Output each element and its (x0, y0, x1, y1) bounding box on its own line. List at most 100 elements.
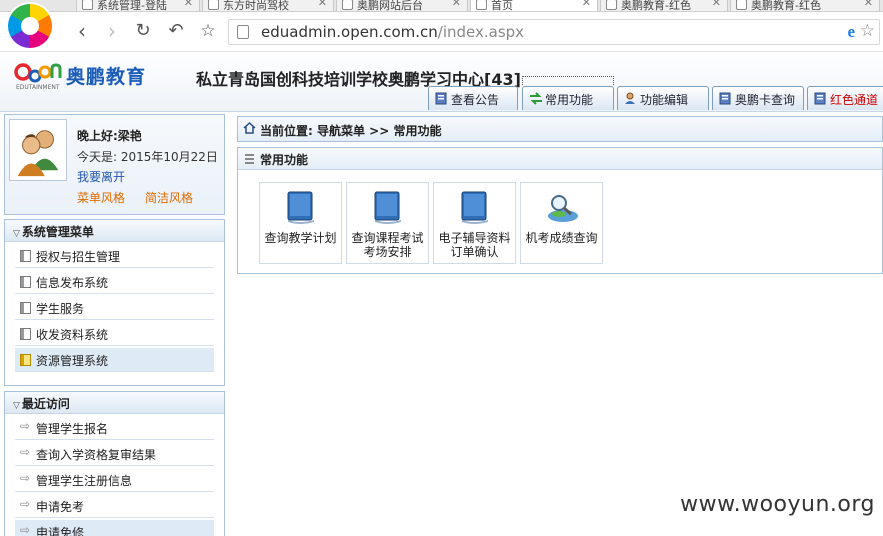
tab-card-query[interactable]: 奥鹏卡查询 (712, 86, 804, 110)
book-icon (287, 191, 314, 224)
url-text[interactable]: eduadmin.open.com.cn/index.aspx (261, 23, 524, 41)
focus-outline (522, 76, 614, 85)
reload-icon[interactable]: ↻ (131, 20, 155, 44)
tab-favicon-icon (208, 0, 219, 10)
tile-label: 查询课程考试考场安排 (351, 231, 424, 259)
browser-tab-strip: 系统管理-登陆 ✕ 东方时尚驾校 ✕ 奥鹏网站后台 ✕ 首页 ✕ 奥鹏教育-红色… (0, 0, 883, 12)
tab-label: 奥鹏卡查询 (735, 93, 796, 107)
browser-tab[interactable]: 奥鹏网站后台 ✕ (336, 0, 468, 11)
url-path: /index.aspx (437, 23, 525, 41)
menu-item-authorization[interactable]: 授权与招生管理 (15, 244, 214, 268)
greeting-text: 晚上好:梁艳 (77, 129, 142, 143)
tile-label: 查询教学计划 (264, 231, 337, 245)
folder-icon (20, 302, 31, 314)
menu-item-label: 收发资料系统 (36, 328, 109, 342)
tab-label: 功能编辑 (640, 93, 689, 107)
folder-open-icon (20, 354, 31, 366)
logout-link[interactable]: 我要离开 (77, 168, 125, 185)
browser-tab[interactable]: 奥鹏教育-红色 ✕ (730, 0, 880, 12)
menu-item-materials[interactable]: 收发资料系统 (15, 322, 214, 346)
red-channel-icon (814, 92, 826, 105)
collapse-triangle-icon[interactable]: ▽ (13, 401, 20, 411)
common-functions-title: 常用功能 (260, 153, 309, 167)
tab-favicon-icon (342, 0, 353, 10)
recent-item[interactable]: ⇨ 管理学生注册信息 (15, 468, 214, 492)
tile-exam-arrangement[interactable]: 查询课程考试考场安排 (346, 182, 429, 264)
menu-item-student-service[interactable]: 学生服务 (15, 296, 214, 320)
address-bar[interactable]: eduadmin.open.com.cn/index.aspx e ☆ (228, 19, 880, 45)
recent-item-label: 申请免修 (36, 526, 85, 536)
close-tab-icon[interactable]: ✕ (184, 0, 193, 9)
tile-teaching-plan[interactable]: 查询教学计划 (259, 182, 342, 264)
search-score-icon (548, 195, 578, 222)
today-date: 今天是: 2015年10月22日 (77, 150, 218, 164)
browser-logo-icon[interactable] (8, 4, 52, 48)
tab-label: 查看公告 (451, 93, 500, 107)
tile-materials-order[interactable]: 电子辅导资料订单确认 (433, 182, 516, 264)
browser-tab[interactable]: 东方时尚驾校 ✕ (202, 0, 334, 12)
recent-item[interactable]: ⇨ 查询入学资格复审结果 (15, 442, 214, 466)
arrow-right-icon: ⇨ (20, 445, 31, 459)
undo-icon[interactable]: ↶ (164, 20, 188, 44)
avatar (9, 119, 67, 181)
tab-notices[interactable]: 查看公告 (428, 86, 518, 110)
recent-item[interactable]: ⇨ 申请免修 (15, 520, 214, 536)
close-tab-icon[interactable]: ✕ (712, 0, 721, 9)
bookmark-star-icon[interactable]: ☆ (196, 20, 220, 44)
tab-title: 首页 (491, 0, 513, 12)
arrow-right-icon: ⇨ (20, 471, 31, 485)
arrow-right-icon: ⇨ (20, 419, 31, 433)
close-tab-icon[interactable]: ✕ (864, 0, 873, 9)
browser-navbar: ‹ › ↻ ↶ ☆ eduadmin.open.com.cn/index.asp… (0, 12, 883, 52)
watermark-text: www.wooyun.org (680, 492, 875, 517)
recent-item-label: 查询入学资格复审结果 (36, 448, 157, 462)
card-icon (719, 92, 731, 105)
collapse-triangle-icon[interactable]: ▽ (13, 229, 20, 239)
user-info-panel: 晚上好:梁艳 今天是: 2015年10月22日 我要离开 菜单风格 简洁风格 (4, 114, 225, 215)
tab-favicon-icon (606, 0, 617, 10)
recent-header[interactable]: ▽ 最近访问 (5, 392, 224, 414)
list-icon (245, 154, 254, 164)
recent-title: 最近访问 (21, 397, 70, 411)
system-menu-header[interactable]: ▽ 系统管理菜单 (5, 220, 224, 242)
browser-tab[interactable]: 系统管理-登陆 ✕ (76, 0, 200, 11)
close-tab-icon[interactable]: ✕ (318, 0, 327, 9)
menu-item-label: 信息发布系统 (36, 276, 109, 290)
menu-item-label: 资源管理系统 (36, 354, 109, 368)
ie-mode-icon[interactable]: e (847, 22, 855, 42)
recent-item[interactable]: ⇨ 申请免考 (15, 494, 214, 518)
system-menu-panel: ▽ 系统管理菜单 授权与招生管理 信息发布系统 学生服务 收发资料系统 资源管理系… (4, 219, 225, 386)
menu-style-link[interactable]: 菜单风格 (77, 189, 125, 206)
tab-title: 奥鹏教育-红色 (751, 0, 821, 12)
forward-icon[interactable]: › (100, 20, 124, 44)
folder-icon (20, 276, 31, 288)
recent-item-label: 管理学生报名 (36, 422, 109, 436)
book-icon (374, 191, 401, 224)
arrow-right-icon: ⇨ (20, 523, 31, 536)
recent-item-label: 管理学生注册信息 (36, 474, 133, 488)
tile-exam-score[interactable]: 机考成绩查询 (520, 182, 603, 264)
brand-name: 奥鹏教育 (66, 66, 147, 88)
breadcrumb: 当前位置: 导航菜单 >> 常用功能 (237, 116, 883, 142)
brand-subtitle: EDUTAINMENT (16, 84, 60, 91)
folder-icon (20, 328, 31, 340)
simple-style-link[interactable]: 简洁风格 (145, 189, 193, 206)
system-menu-title: 系统管理菜单 (21, 225, 94, 239)
tab-function-edit[interactable]: 功能编辑 (617, 86, 709, 110)
browser-tab[interactable]: 奥鹏教育-红色 ✕ (600, 0, 728, 11)
browser-tab-active[interactable]: 首页 ✕ (470, 0, 598, 12)
back-icon[interactable]: ‹ (70, 20, 94, 44)
favorite-star-icon[interactable]: ☆ (860, 21, 875, 41)
recent-visits-panel: ▽ 最近访问 ⇨ 管理学生报名 ⇨ 查询入学资格复审结果 ⇨ 管理学生注册信息 ⇨… (4, 391, 225, 536)
menu-item-resources[interactable]: 资源管理系统 (15, 348, 214, 372)
close-tab-icon[interactable]: ✕ (582, 0, 591, 9)
tab-red-channel[interactable]: 红色通道 (807, 86, 883, 110)
menu-item-info-publish[interactable]: 信息发布系统 (15, 270, 214, 294)
folder-icon (20, 250, 31, 262)
home-icon[interactable] (243, 122, 256, 134)
tab-title: 东方时尚驾校 (223, 0, 289, 12)
recent-item[interactable]: ⇨ 管理学生报名 (15, 416, 214, 440)
tab-common-functions[interactable]: 常用功能 (522, 86, 614, 110)
page-info-icon[interactable] (237, 25, 249, 39)
close-tab-icon[interactable]: ✕ (452, 0, 461, 9)
